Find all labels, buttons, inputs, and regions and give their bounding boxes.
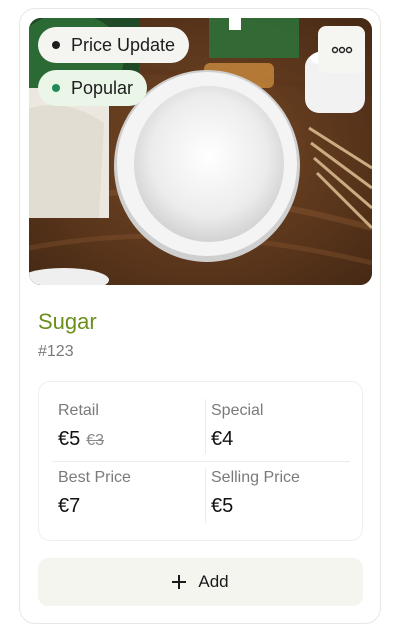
special-label: Special bbox=[211, 402, 264, 419]
status-dot-icon bbox=[52, 84, 60, 92]
add-button[interactable]: Add bbox=[38, 558, 363, 606]
selling-price-cell: Selling Price €5 bbox=[211, 468, 351, 518]
divider bbox=[205, 468, 206, 523]
retail-current-value: €5 bbox=[58, 428, 81, 450]
selling-price-value: €5 bbox=[211, 495, 234, 517]
retail-price-cell: Retail €5 €3 bbox=[58, 401, 198, 453]
status-dot-icon bbox=[52, 41, 60, 49]
retail-value: €5 €3 bbox=[58, 427, 198, 453]
best-price-value: €7 bbox=[58, 495, 81, 517]
product-title: Sugar bbox=[38, 309, 97, 334]
divider bbox=[52, 461, 350, 462]
price-update-tag: Price Update bbox=[38, 27, 190, 63]
product-card: Price Update Popular Sugar #123 Retail €… bbox=[19, 8, 381, 624]
plus-icon bbox=[172, 575, 187, 589]
retail-old-value: €3 bbox=[86, 432, 105, 449]
special-price-cell: Special €4 bbox=[211, 401, 351, 451]
divider bbox=[205, 399, 206, 454]
best-price-cell: Best Price €7 bbox=[58, 468, 198, 518]
price-grid: Retail €5 €3 Special €4 Best Price €7 Sel… bbox=[38, 381, 363, 541]
product-image[interactable]: Price Update Popular bbox=[29, 18, 372, 285]
retail-label: Retail bbox=[58, 402, 99, 419]
add-button-label: Add bbox=[198, 572, 229, 591]
best-price-label: Best Price bbox=[58, 469, 131, 486]
tag-label: Price Update bbox=[71, 34, 176, 55]
product-sku: #123 bbox=[38, 343, 74, 360]
tag-label: Popular bbox=[71, 77, 134, 98]
special-value: €4 bbox=[211, 428, 234, 450]
more-horizontal-icon bbox=[331, 46, 352, 53]
selling-price-label: Selling Price bbox=[211, 469, 300, 486]
popular-tag: Popular bbox=[38, 70, 148, 106]
more-options-button[interactable] bbox=[318, 26, 365, 73]
